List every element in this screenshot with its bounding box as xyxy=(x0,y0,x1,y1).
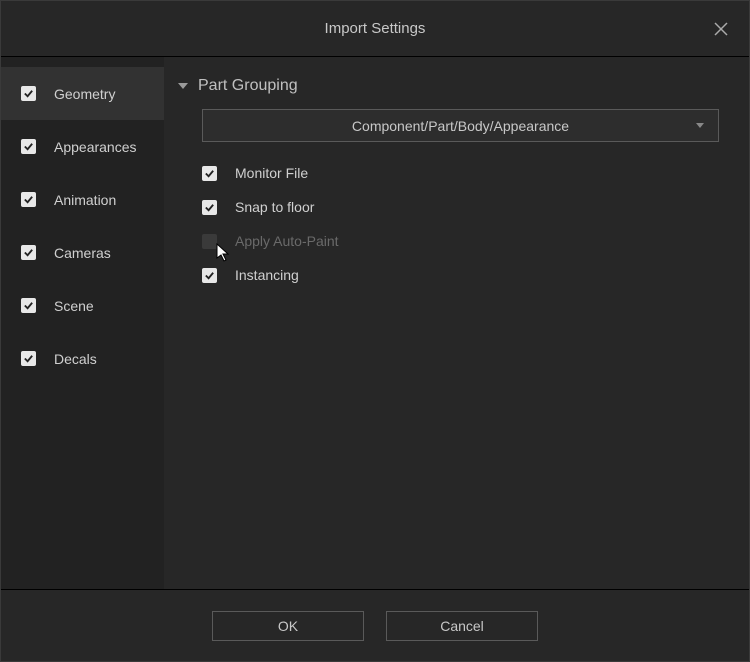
sidebar-item-label: Animation xyxy=(54,192,116,208)
close-icon xyxy=(714,22,728,36)
titlebar: Import Settings xyxy=(1,1,749,57)
dialog-title: Import Settings xyxy=(325,20,426,37)
option-label: Apply Auto-Paint xyxy=(235,233,339,249)
button-label: Cancel xyxy=(440,618,484,634)
cancel-button[interactable]: Cancel xyxy=(386,611,538,641)
chevron-down-icon xyxy=(178,83,188,89)
sidebar-item-label: Geometry xyxy=(54,86,115,102)
options-group: Monitor File Snap to floor Apply Auto-Pa… xyxy=(202,156,719,292)
ok-button[interactable]: OK xyxy=(212,611,364,641)
option-label: Instancing xyxy=(235,267,299,283)
option-snap-to-floor[interactable]: Snap to floor xyxy=(202,190,719,224)
sidebar-item-cameras[interactable]: Cameras xyxy=(1,226,164,279)
option-label: Monitor File xyxy=(235,165,308,181)
checkbox-geometry[interactable] xyxy=(21,86,36,101)
checkbox-snap-to-floor[interactable] xyxy=(202,200,217,215)
checkbox-animation[interactable] xyxy=(21,192,36,207)
button-label: OK xyxy=(278,618,298,634)
sidebar-item-appearances[interactable]: Appearances xyxy=(1,120,164,173)
dialog-footer: OK Cancel xyxy=(1,589,749,661)
close-button[interactable] xyxy=(709,17,733,41)
option-apply-auto-paint: Apply Auto-Paint xyxy=(202,224,719,258)
sidebar-item-label: Decals xyxy=(54,351,97,367)
option-monitor-file[interactable]: Monitor File xyxy=(202,156,719,190)
checkbox-appearances[interactable] xyxy=(21,139,36,154)
sidebar-item-animation[interactable]: Animation xyxy=(1,173,164,226)
main-panel: Part Grouping Component/Part/Body/Appear… xyxy=(164,57,749,589)
part-grouping-dropdown[interactable]: Component/Part/Body/Appearance xyxy=(202,109,719,142)
sidebar-item-label: Appearances xyxy=(54,139,137,155)
checkbox-scene[interactable] xyxy=(21,298,36,313)
section-part-grouping[interactable]: Part Grouping xyxy=(174,77,719,95)
sidebar: Geometry Appearances Animation Cameras S… xyxy=(1,57,164,589)
checkbox-cameras[interactable] xyxy=(21,245,36,260)
sidebar-item-label: Cameras xyxy=(54,245,111,261)
import-settings-dialog: Import Settings Geometry Appearances Ani… xyxy=(0,0,750,662)
section-heading: Part Grouping xyxy=(198,77,298,95)
sidebar-item-geometry[interactable]: Geometry xyxy=(1,67,164,120)
checkbox-instancing[interactable] xyxy=(202,268,217,283)
sidebar-item-label: Scene xyxy=(54,298,94,314)
checkbox-monitor-file[interactable] xyxy=(202,166,217,181)
chevron-down-icon xyxy=(696,123,704,128)
dropdown-value: Component/Part/Body/Appearance xyxy=(352,118,569,134)
option-instancing[interactable]: Instancing xyxy=(202,258,719,292)
checkbox-apply-auto-paint xyxy=(202,234,217,249)
checkbox-decals[interactable] xyxy=(21,351,36,366)
sidebar-item-scene[interactable]: Scene xyxy=(1,279,164,332)
option-label: Snap to floor xyxy=(235,199,314,215)
sidebar-item-decals[interactable]: Decals xyxy=(1,332,164,385)
